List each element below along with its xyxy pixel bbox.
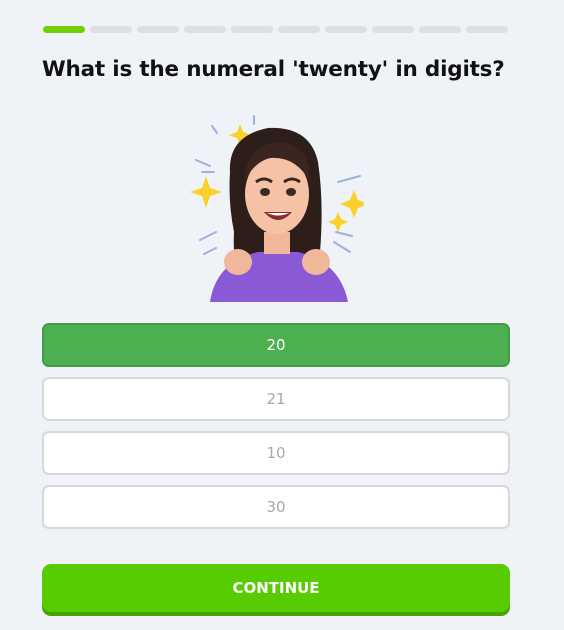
progress-segment (419, 26, 461, 33)
question-title: What is the numeral 'twenty' in digits? (42, 57, 505, 82)
answer-options: 20 21 10 30 (42, 323, 510, 539)
option-10[interactable]: 10 (42, 431, 510, 475)
option-21[interactable]: 21 (42, 377, 510, 421)
progress-segment (90, 26, 132, 33)
progress-segment (325, 26, 367, 33)
excited-avatar-sticker-icon (190, 115, 364, 302)
option-20[interactable]: 20 (42, 323, 510, 367)
progress-segment (466, 26, 508, 33)
progress-segment (43, 26, 85, 33)
progress-segment (137, 26, 179, 33)
progress-segment (184, 26, 226, 33)
progress-segment (372, 26, 414, 33)
continue-button[interactable]: CONTINUE (42, 564, 510, 612)
progress-segment (278, 26, 320, 33)
progress-segment (231, 26, 273, 33)
progress-bar (43, 26, 508, 33)
option-30[interactable]: 30 (42, 485, 510, 529)
